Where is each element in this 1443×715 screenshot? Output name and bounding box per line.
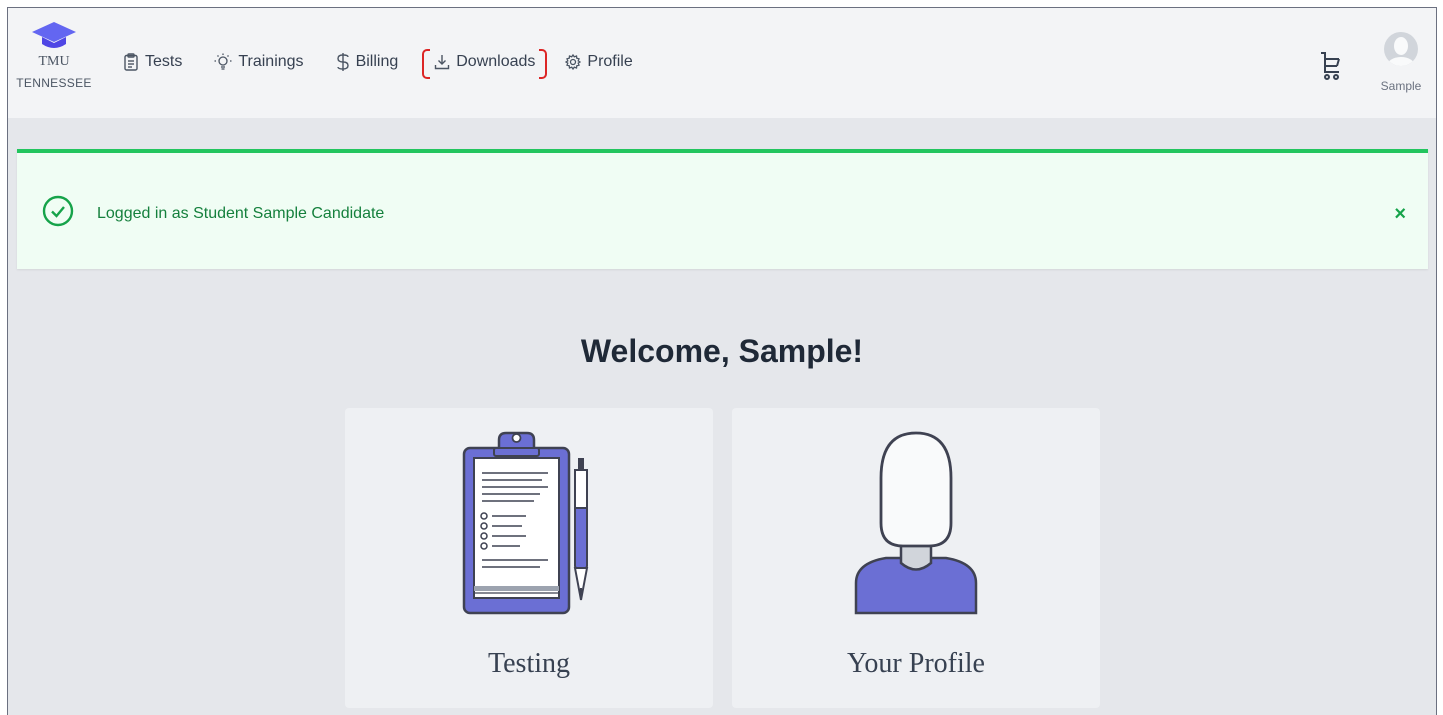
gear-icon [565,54,582,70]
nav-item-profile[interactable]: Profile [565,53,633,71]
brand-state: TENNESSEE [16,76,92,90]
clipboard-illustration-icon [462,431,589,615]
profile-card[interactable]: Your Profile [732,408,1100,708]
nav-item-downloads[interactable]: Downloads [422,49,548,79]
nav-item-label: Profile [587,53,633,70]
card-label: Your Profile [847,648,985,679]
graduation-cap-icon [32,22,76,48]
main-nav: Tests Trainings Billing Downloads Profil… [123,49,665,79]
lightbulb-icon [214,53,232,70]
dollar-icon [336,53,349,71]
cart-button[interactable] [1318,50,1342,87]
testing-card[interactable]: Testing [345,408,713,708]
app-window: TMU TENNESSEE Tests Trainings Billing Do… [7,7,1437,715]
highlight-bracket-right [539,49,548,79]
clipboard-icon [124,53,138,71]
nav-item-label: Downloads [456,53,536,70]
page-title: Welcome, Sample! [580,333,864,369]
user-name: Sample [1380,79,1422,93]
nav-item-trainings[interactable]: Trainings [214,53,304,71]
person-illustration-icon [854,431,978,615]
card-label: Testing [487,648,571,679]
nav-item-billing[interactable]: Billing [336,52,399,72]
top-navbar: TMU TENNESSEE Tests Trainings Billing Do… [8,8,1436,118]
success-alert: Logged in as Student Sample Candidate × [17,149,1428,269]
nav-item-label: Billing [355,53,399,70]
download-icon [435,55,450,70]
cart-icon [1321,52,1340,80]
alert-message: Logged in as Student Sample Candidate [97,205,385,222]
avatar [1384,32,1418,66]
nav-item-label: Trainings [238,53,304,70]
user-menu[interactable]: Sample [1376,32,1426,93]
brand-name: TMU [38,54,70,69]
close-icon[interactable]: × [1394,203,1406,226]
nav-item-tests[interactable]: Tests [123,53,182,71]
brand-logo[interactable]: TMU TENNESSEE [14,22,94,90]
check-circle-icon [42,195,74,227]
highlight-bracket-left [422,49,431,79]
avatar-icon [1387,37,1415,66]
nav-item-label: Tests [145,53,183,70]
